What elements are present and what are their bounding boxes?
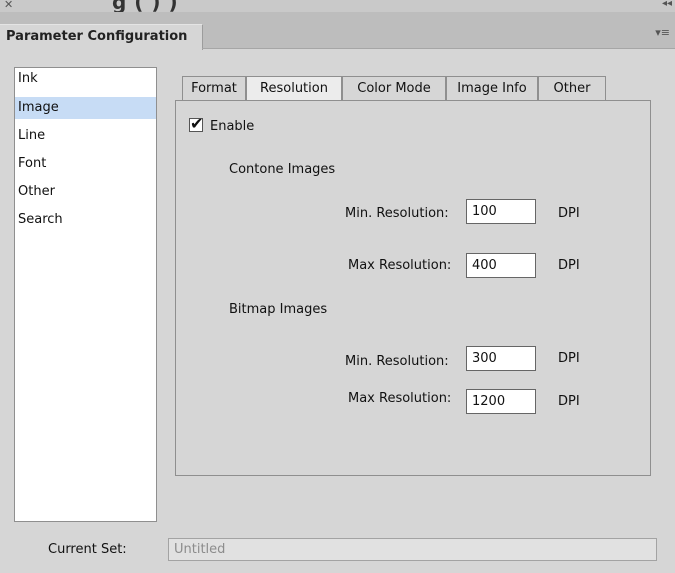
contone-min-resolution-input[interactable]: 100 (466, 199, 536, 224)
tab-format[interactable]: Format (182, 76, 246, 101)
contone-images-heading: Contone Images (229, 162, 336, 177)
tab-resolution[interactable]: Resolution (246, 76, 342, 102)
enable-checkbox[interactable]: ✔ (189, 114, 203, 133)
current-set-field[interactable]: Untitled (168, 538, 657, 561)
tab-image-info[interactable]: Image Info (446, 76, 538, 101)
contone-max-unit: DPI (558, 258, 580, 273)
tab-bar-divider (202, 48, 675, 49)
bitmap-min-resolution-input[interactable]: 300 (466, 346, 536, 371)
contone-max-resolution-input[interactable]: 400 (466, 253, 536, 278)
category-list: Ink Image Line Font Other Search (14, 67, 157, 522)
sidebar-item-font[interactable]: Font (15, 153, 156, 175)
sidebar-item-ink[interactable]: Ink (15, 68, 156, 90)
sidebar-item-other[interactable]: Other (15, 181, 156, 203)
bitmap-max-unit: DPI (558, 394, 580, 409)
bitmap-min-label: Min. Resolution: (345, 354, 449, 369)
close-icon[interactable]: ✕ (4, 0, 13, 11)
sidebar-item-search[interactable]: Search (15, 209, 156, 231)
collapse-icon[interactable]: ◂◂ (662, 0, 672, 9)
contone-max-label: Max Resolution: (348, 258, 452, 273)
bitmap-max-label: Max Resolution: (348, 391, 452, 406)
enable-label[interactable]: Enable (210, 119, 254, 134)
panel-menu-icon[interactable]: ▾≡ (655, 26, 670, 39)
tab-content-panel (175, 100, 651, 476)
panel-tab[interactable]: Parameter Configuration (0, 24, 203, 50)
contone-min-label: Min. Resolution: (345, 206, 449, 221)
tab-color-mode[interactable]: Color Mode (342, 76, 446, 101)
tab-other[interactable]: Other (538, 76, 606, 101)
contone-min-unit: DPI (558, 206, 580, 221)
window-title-partial: g ( ) ) (112, 0, 179, 12)
bitmap-images-heading: Bitmap Images (229, 302, 328, 317)
sidebar-item-image[interactable]: Image (15, 97, 156, 119)
window-title-strip: g ( ) ) (0, 0, 675, 12)
current-set-label: Current Set: (48, 542, 127, 557)
bitmap-max-resolution-input[interactable]: 1200 (466, 389, 536, 414)
panel-title: Parameter Configuration (6, 29, 188, 44)
bitmap-min-unit: DPI (558, 351, 580, 366)
checkmark-icon: ✔ (190, 114, 204, 133)
sidebar-item-line[interactable]: Line (15, 125, 156, 147)
